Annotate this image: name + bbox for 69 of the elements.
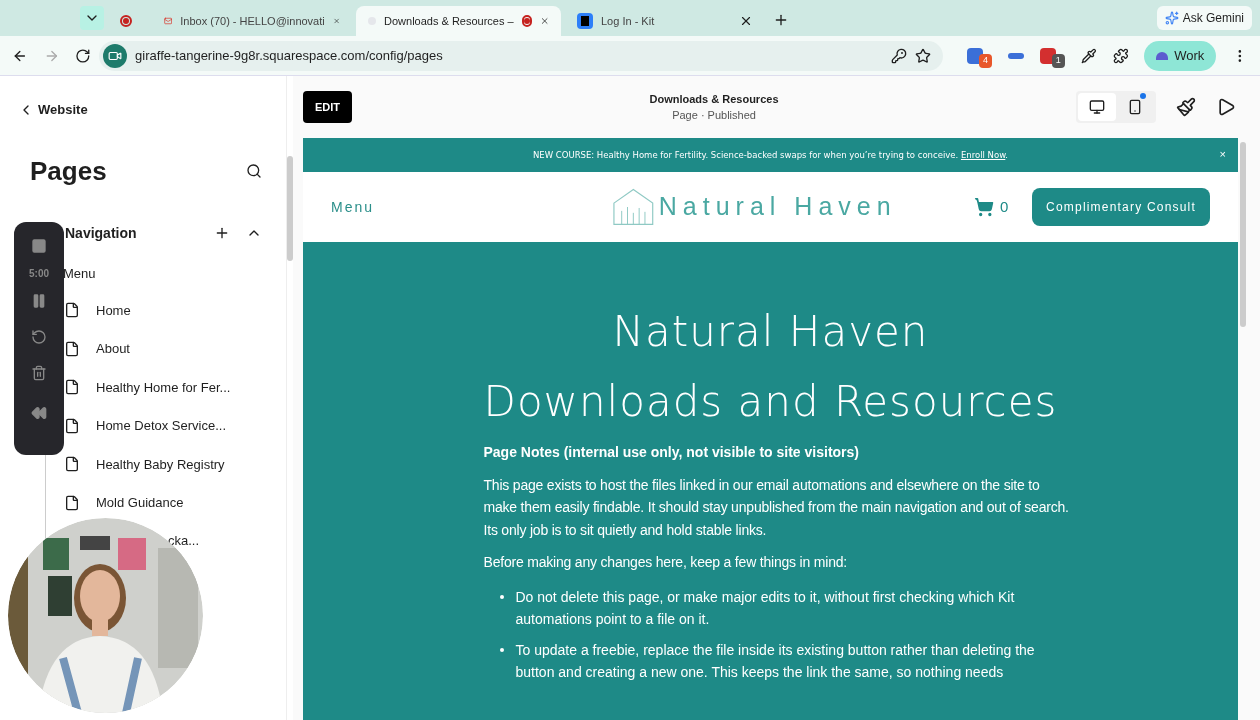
page-title: Downloads & Resources — [649, 91, 779, 107]
menu-link[interactable]: Menu — [331, 196, 613, 218]
back-link[interactable]: Website — [18, 100, 88, 120]
page-icon — [64, 417, 80, 434]
page-icon — [64, 456, 80, 473]
eyedropper-icon[interactable] — [1080, 47, 1097, 64]
tab-list-button[interactable] — [80, 6, 104, 30]
edit-button[interactable]: EDIT — [303, 91, 353, 123]
paragraph: Before making any changes here, keep a few things in mind: — [483, 553, 848, 572]
page-item[interactable]: Healthy Baby Registry — [64, 445, 262, 484]
profile-button[interactable]: Work — [1144, 40, 1217, 71]
notification-badge: 4 — [979, 54, 993, 68]
tab-title: Log In - Kit — [601, 13, 656, 29]
add-icon[interactable] — [214, 225, 230, 241]
timer-text: 5:00 — [29, 267, 49, 281]
close-button[interactable]: × — [1219, 146, 1226, 163]
desktop-view-button[interactable] — [1078, 93, 1116, 121]
phone-icon — [1127, 99, 1143, 115]
page-item[interactable]: Home Detox Service... — [64, 406, 262, 445]
page-item[interactable]: Home — [64, 291, 262, 330]
page-icon — [64, 494, 80, 511]
hero-title: Downloads and Resources — [483, 376, 1058, 428]
key-icon[interactable] — [891, 47, 908, 64]
cart-icon — [973, 197, 994, 217]
sparkle-icon — [1164, 11, 1179, 25]
page-icon — [64, 340, 80, 357]
page-item[interactable]: About — [64, 329, 262, 368]
close-icon[interactable] — [739, 14, 753, 28]
url-text: giraffe-tangerine-9g8r.squarespace.com/config/pages — [135, 46, 444, 65]
menu-label[interactable]: Menu — [63, 263, 262, 283]
restart-icon[interactable] — [31, 329, 47, 345]
brush-icon[interactable] — [1176, 97, 1196, 117]
monitor-icon — [1089, 99, 1105, 115]
sidebar-title: Pages — [30, 154, 107, 188]
reload-icon[interactable] — [75, 47, 92, 64]
bullet-item: Do not delete this page, or make major edits to it, without first checking which Kit automations point to a file on it. — [515, 587, 1016, 629]
gemini-button[interactable]: Ask Gemini — [1156, 6, 1252, 30]
extensions-icon[interactable] — [1112, 47, 1129, 64]
banner-text: NEW COURSE: Healthy Home for Fertility. Science-backed swaps for when you’re trying to conceive. Enroll Now. — [532, 148, 1009, 162]
page-status: Page · Published — [672, 108, 756, 123]
tab-title: Downloads & Resources – — [384, 13, 514, 29]
house-logo-icon — [612, 187, 655, 227]
delete-icon[interactable] — [31, 365, 47, 381]
paragraph: This page exists to host the files linked in our email automations and elsewhere on the site to make them easily findable. It should stay unpublished from the main navigation and out of search. Its only job is to sit quietly and hold stable links. — [483, 475, 1070, 540]
hero-title: Natural Haven — [612, 306, 929, 358]
rewind-icon[interactable] — [31, 405, 47, 421]
new-tab-icon[interactable] — [773, 12, 789, 28]
tab-title: Inbox (70) - HELLO@innovati — [180, 13, 325, 29]
k-logo-icon — [577, 13, 593, 29]
address-bar[interactable]: giraffe-tangerine-9g8r.squarespace.com/config/pages — [99, 40, 944, 71]
page-icon — [64, 379, 80, 396]
browser-tab[interactable]: Log In - Kit — [565, 6, 765, 36]
bullet-item: To update a freebie, replace the file inside its existing button rather than deleting the button and creating a new one. This keeps the link the same, so nothing needs — [515, 640, 1036, 682]
search-icon[interactable] — [246, 163, 262, 179]
consult-button[interactable]: Complimentary Consult — [1032, 188, 1210, 226]
page-item[interactable]: cka... — [168, 531, 200, 551]
section-title: Navigation — [65, 223, 138, 243]
page-icon — [64, 302, 80, 319]
pause-icon[interactable] — [31, 293, 47, 309]
bookmark-star-icon[interactable] — [915, 47, 932, 64]
browser-tab[interactable]: Downloads & Resources – — [356, 6, 561, 36]
browser-tab[interactable]: Inbox (70) - HELLO@innovati — [152, 6, 352, 36]
play-icon[interactable] — [1216, 97, 1236, 117]
page-item[interactable]: Healthy Home for Fer... — [64, 368, 262, 407]
notes-heading: Page Notes (internal use only, not visible to site visitors) — [483, 443, 860, 462]
stop-icon[interactable] — [31, 238, 47, 254]
cart-link[interactable]: 0 — [973, 195, 1033, 219]
camera-icon — [103, 43, 128, 68]
page-item[interactable]: Mold Guidance — [64, 483, 262, 522]
